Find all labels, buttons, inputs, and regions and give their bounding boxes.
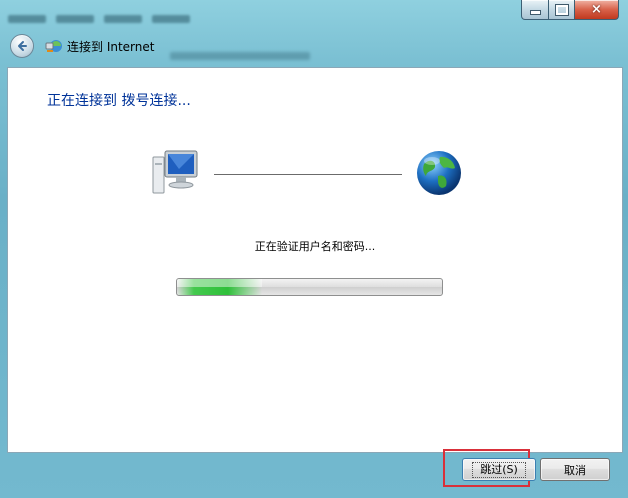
window-controls: × [521, 0, 619, 20]
cancel-button-label: 取消 [564, 463, 586, 477]
background-blurred-text [170, 52, 310, 60]
minimize-button[interactable] [521, 0, 549, 20]
status-message: 正在验证用户名和密码... [254, 240, 376, 253]
progress-bar [176, 278, 443, 296]
minimize-icon [529, 10, 541, 15]
window-frame: × 连接到 Internet 正在连接到 拨号连接... 正在验证用户名和密码.… [0, 0, 628, 498]
close-button[interactable]: × [575, 0, 619, 20]
background-blurred-menu [8, 10, 190, 28]
skip-button-label: 跳过(S) [472, 461, 526, 478]
connection-line [214, 174, 402, 175]
window-title: 连接到 Internet [67, 39, 155, 54]
back-arrow-icon [18, 41, 27, 51]
dialog-content: 正在连接到 拨号连接... 正在验证用户名和密码... [7, 67, 623, 453]
maximize-button[interactable] [549, 0, 575, 20]
computer-icon [152, 150, 198, 194]
maximize-icon [554, 3, 569, 16]
cancel-button[interactable]: 取消 [540, 458, 610, 481]
close-icon: × [591, 2, 602, 17]
back-button[interactable] [10, 34, 34, 58]
progress-bar-fill [177, 279, 262, 295]
network-connection-icon [45, 40, 62, 52]
skip-button[interactable]: 跳过(S) [462, 458, 536, 481]
globe-icon [417, 151, 461, 195]
page-heading: 正在连接到 拨号连接... [47, 93, 191, 109]
title-row: 连接到 Internet [10, 34, 154, 58]
